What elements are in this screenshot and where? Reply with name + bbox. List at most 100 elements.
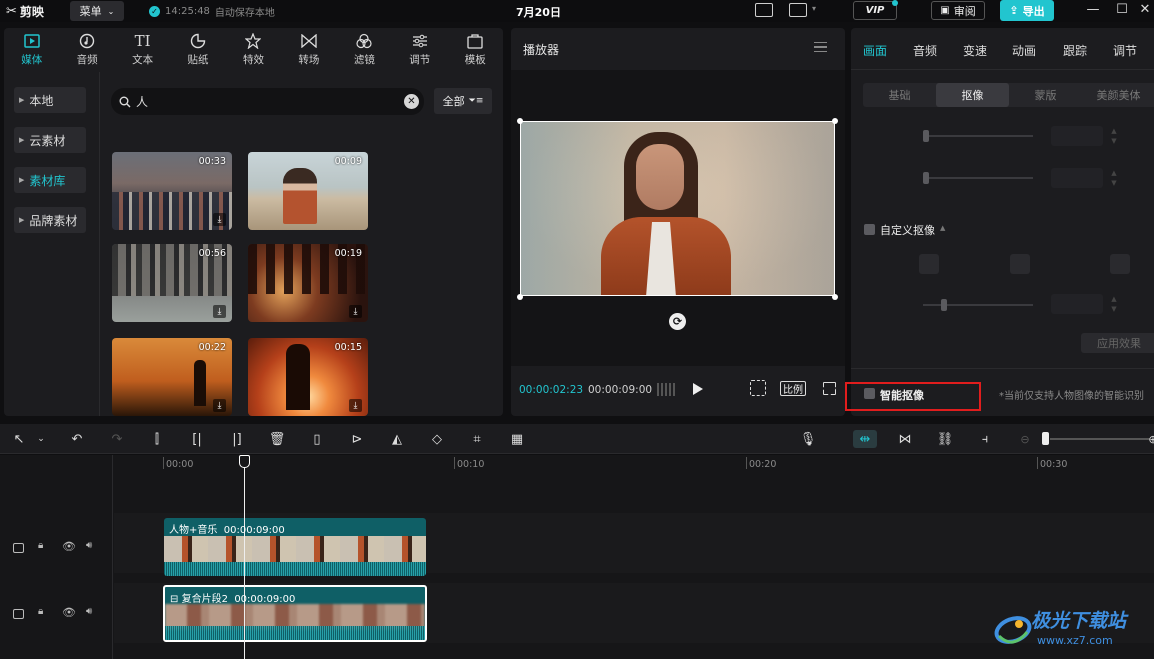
custom-matting-checkbox[interactable] [864, 224, 875, 235]
image-adjust-icon[interactable]: ▦ [508, 430, 526, 448]
redo-icon[interactable]: ↷ [108, 430, 126, 448]
subtab-mask[interactable]: 蒙版 [1009, 83, 1082, 107]
eye-icon[interactable]: 👁︎ [62, 606, 76, 619]
rotate-icon[interactable]: ⟳ [669, 313, 686, 330]
zoom-in-icon[interactable]: ⊕ [1144, 430, 1154, 448]
close-icon[interactable]: ✕ [1138, 3, 1152, 17]
media-thumbnail-street-walkers[interactable]: 00:56 ⤓ [112, 244, 232, 322]
caret-up-icon[interactable]: ▲ [940, 224, 945, 232]
media-thumbnail-beach-woman[interactable]: 00:09 [248, 152, 368, 230]
filter-button[interactable]: 全部 ⏷≡ [434, 88, 492, 114]
side-nav-local[interactable]: ▶ 本地 [14, 87, 86, 113]
speaker-icon[interactable]: 🔊︎ [86, 540, 92, 551]
minimize-icon[interactable]: — [1086, 3, 1100, 17]
download-icon[interactable]: ⤓ [349, 399, 362, 412]
tab-adjust[interactable]: 调节 [392, 28, 447, 72]
brush-tool-icon[interactable] [919, 254, 939, 274]
media-thumbnail-night-crowd[interactable]: 00:19 ⤓ [248, 244, 368, 322]
link-icon[interactable]: ⛓ [936, 430, 954, 448]
layout-icon[interactable] [789, 3, 807, 17]
media-thumbnail-sunset-silhouette[interactable]: 00:22 ⤓ [112, 338, 232, 416]
tab-transition[interactable]: 转场 [281, 28, 336, 72]
crop-icon[interactable]: ⌗ [468, 430, 486, 448]
crop-handle-bottom-left[interactable] [517, 294, 523, 300]
media-thumbnail-sunset-walker[interactable]: 00:15 ⤓ [248, 338, 368, 416]
tab-speed[interactable]: 变速 [963, 42, 987, 59]
timeline-zoom-slider[interactable] [1050, 438, 1150, 440]
track-cover-icon[interactable] [13, 543, 24, 553]
trim-left-icon[interactable]: [| [188, 430, 206, 448]
preview-video[interactable] [520, 121, 835, 296]
slider-knob[interactable] [923, 172, 929, 184]
clear-search-icon[interactable]: ✕ [404, 94, 419, 109]
maximize-icon[interactable]: ☐ [1115, 3, 1129, 17]
lock-icon[interactable]: 🔒︎ [38, 606, 43, 617]
hamburger-menu-icon[interactable] [814, 42, 827, 52]
delete-icon[interactable]: 🗑 [268, 430, 286, 448]
search-box[interactable]: 人 ✕ [111, 88, 424, 115]
apply-effect-button[interactable]: 应用效果 [1081, 333, 1154, 353]
mirror-icon[interactable]: ◭ [388, 430, 406, 448]
crop-handle-top-left[interactable] [517, 118, 523, 124]
rotate-clip-icon[interactable]: ◇ [428, 430, 446, 448]
reverse-play-icon[interactable]: ⊳ [348, 430, 366, 448]
tab-animation[interactable]: 动画 [1012, 42, 1036, 59]
search-input[interactable]: 人 [136, 93, 148, 110]
main-menu-button[interactable]: 菜单 ⌄ [70, 1, 124, 21]
tab-picture[interactable]: 画面 [863, 42, 887, 59]
brush-size-field[interactable] [1051, 294, 1103, 314]
fullscreen-icon[interactable] [823, 382, 836, 395]
zoom-out-icon[interactable]: ⊖ [1016, 430, 1034, 448]
playhead-handle[interactable] [239, 455, 250, 468]
tab-audio-props[interactable]: 音频 [913, 42, 937, 59]
keyboard-shortcut-icon[interactable] [755, 3, 773, 17]
auto-snap-icon[interactable]: ⋈ [896, 430, 914, 448]
track-cover-icon[interactable] [13, 609, 24, 619]
value-stepper[interactable]: ▲ ▼ [1109, 126, 1119, 146]
side-nav-library[interactable]: ▶ 素材库 [14, 167, 86, 193]
fit-screen-icon[interactable] [750, 380, 766, 396]
aspect-ratio-button[interactable]: 比例 [780, 381, 806, 396]
layout-chevron-icon[interactable]: ▾ [812, 4, 816, 13]
clip-person-music[interactable]: 人物+音乐 00:00:09:00 [164, 518, 426, 576]
timeline-grid-icon[interactable] [657, 383, 677, 396]
main-track-magnet-icon[interactable]: ⇹ [853, 430, 877, 448]
tab-adjust-props[interactable]: 调节 [1113, 42, 1137, 59]
crop-handle-top-right[interactable] [832, 118, 838, 124]
eye-icon[interactable]: 👁︎ [62, 540, 76, 553]
tab-media[interactable]: 媒体 [4, 28, 59, 72]
tab-audio[interactable]: 音频 [59, 28, 114, 72]
media-thumbnail-crowd[interactable]: 00:33 ⤓ [112, 152, 232, 230]
subtab-beauty[interactable]: 美颜美体 [1082, 83, 1154, 107]
tab-text[interactable]: TI 文本 [115, 28, 170, 72]
tab-tracking[interactable]: 跟踪 [1063, 42, 1087, 59]
undo-icon[interactable]: ↶ [68, 430, 86, 448]
slider-knob[interactable] [923, 130, 929, 142]
strength-value-field[interactable] [1051, 126, 1103, 146]
tab-effects[interactable]: 特效 [226, 28, 281, 72]
select-cursor-icon[interactable]: ↖ [10, 430, 28, 448]
speaker-icon[interactable]: 🔊︎ [86, 606, 92, 617]
download-icon[interactable]: ⤓ [213, 399, 226, 412]
trim-right-icon[interactable]: |] [228, 430, 246, 448]
download-icon[interactable]: ⤓ [213, 213, 226, 226]
value-stepper[interactable]: ▲ ▼ [1109, 294, 1119, 314]
crop-handle-bottom-right[interactable] [832, 294, 838, 300]
tab-template[interactable]: 模板 [448, 28, 503, 72]
subtab-matting[interactable]: 抠像 [936, 83, 1009, 107]
freeze-frame-icon[interactable]: ▯ [308, 430, 326, 448]
clip-compound-2[interactable]: ⊟ 复合片段2 00:00:09:00 [163, 585, 427, 642]
subtab-basic[interactable]: 基础 [863, 83, 936, 107]
zoom-slider-knob[interactable] [1042, 432, 1049, 445]
preview-axis-icon[interactable]: ⫞ [976, 430, 994, 448]
value-stepper[interactable]: ▲ ▼ [1109, 168, 1119, 188]
microphone-icon[interactable]: 🎙 [799, 430, 817, 448]
edge-value-field[interactable] [1051, 168, 1103, 188]
playhead-line[interactable] [244, 455, 245, 659]
brush-size-slider[interactable] [923, 299, 1033, 311]
export-button[interactable]: ⇪ 导出 [1000, 0, 1054, 21]
edge-slider[interactable] [923, 172, 1033, 184]
vip-button[interactable]: VIP [853, 0, 898, 20]
tab-sticker[interactable]: 贴纸 [170, 28, 225, 72]
side-nav-cloud[interactable]: ▶ 云素材 [14, 127, 86, 153]
